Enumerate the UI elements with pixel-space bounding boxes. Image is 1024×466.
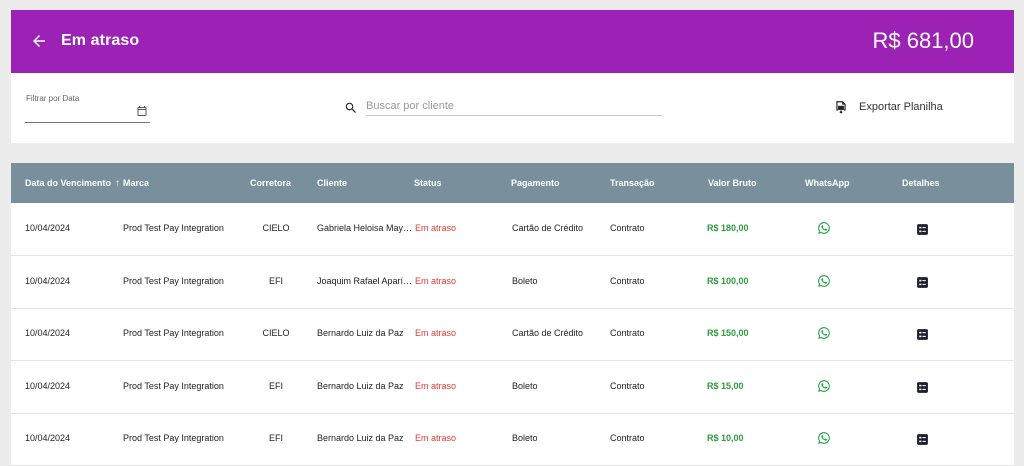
export-sheet-icon (836, 101, 846, 114)
arrow-back-icon[interactable] (30, 32, 48, 50)
payment-cell: Boleto (512, 380, 538, 391)
col-details: Detalhes (902, 178, 940, 188)
col-client: Cliente (317, 178, 348, 188)
table-row: 10/04/2024 Prod Test Pay Integration EFI Be… (11, 362, 1014, 414)
calendar-icon[interactable] (136, 105, 148, 117)
transaction-cell: Contrato (610, 328, 645, 338)
col-transaction: Transação (610, 178, 655, 188)
gross-value-cell: R$ 10,00 (707, 433, 744, 443)
details-icon[interactable] (916, 276, 929, 289)
status-cell: Em atraso (415, 328, 457, 338)
client-cell: Gabriela Heloisa Maya ... (317, 223, 413, 233)
status-cell: Em atraso (415, 223, 457, 233)
date-filter-label: Filtrar por Data (26, 94, 80, 103)
client-cell: Bernardo Luiz da Paz (317, 328, 404, 338)
brand-cell: Prod Test Pay Integration (123, 380, 224, 391)
search-icon (345, 102, 356, 113)
col-gross-value: Valor Bruto (708, 178, 757, 188)
whatsapp-icon[interactable] (817, 431, 831, 445)
col-brand: Marca (123, 178, 150, 188)
page-header: Em atraso R$ 681,00 (11, 10, 1014, 73)
table-row: 10/04/2024 Prod Test Pay Integration EFI Jo… (11, 257, 1014, 309)
broker-cell: CIELO (262, 328, 290, 338)
brand-cell: Prod Test Pay Integration (123, 223, 224, 233)
brand-cell: Prod Test Pay Integration (123, 433, 224, 443)
date-filter-field[interactable]: Filtrar por Data (25, 93, 150, 123)
broker-cell: EFI (268, 380, 283, 391)
col-due-date[interactable]: Data do Vencimento ↑ (25, 178, 120, 189)
gross-value-cell: R$ 100,00 (707, 275, 749, 286)
details-icon[interactable] (916, 381, 929, 394)
table-row: 10/04/2024 Prod Test Pay Integration EFI Be… (11, 414, 1014, 466)
whatsapp-icon[interactable] (817, 274, 831, 288)
gross-value-cell: R$ 150,00 (707, 328, 749, 338)
col-status: Status (414, 178, 442, 188)
table-header: Data do Vencimento ↑ Marca Corretora Clie… (11, 163, 1014, 203)
broker-cell: CIELO (262, 223, 290, 233)
col-payment: Pagamento (511, 178, 560, 188)
details-icon[interactable] (916, 433, 929, 446)
client-cell: Bernardo Luiz da Paz (317, 380, 404, 391)
payments-table: Data do Vencimento ↑ Marca Corretora Clie… (11, 163, 1014, 466)
due-date-cell: 10/04/2024 (25, 433, 71, 443)
transaction-cell: Contrato (610, 433, 645, 443)
payment-cell: Boleto (512, 275, 538, 286)
details-icon[interactable] (916, 223, 929, 236)
due-date-cell: 10/04/2024 (25, 380, 71, 391)
details-icon[interactable] (916, 328, 929, 341)
whatsapp-icon[interactable] (817, 379, 831, 393)
table-row: 10/04/2024 Prod Test Pay Integration CIELO… (11, 309, 1014, 361)
top-frame (0, 0, 1024, 10)
col-whatsapp: WhatsApp (805, 178, 850, 188)
whatsapp-icon[interactable] (817, 326, 831, 340)
filters-bar: Filtrar por Data Exportar Planilha (11, 73, 1014, 143)
due-date-cell: 10/04/2024 (25, 328, 71, 338)
due-date-cell: 10/04/2024 (25, 223, 71, 233)
transaction-cell: Contrato (610, 275, 645, 286)
whatsapp-icon[interactable] (817, 221, 831, 235)
payment-cell: Cartão de Crédito (512, 328, 584, 338)
status-cell: Em atraso (415, 433, 457, 443)
brand-cell: Prod Test Pay Integration (123, 328, 224, 338)
gross-value-cell: R$ 15,00 (707, 380, 744, 391)
transaction-cell: Contrato (610, 380, 645, 391)
broker-cell: EFI (268, 275, 283, 286)
page-title: Em atraso (61, 32, 140, 49)
payment-cell: Boleto (512, 433, 538, 443)
search-input[interactable] (366, 96, 662, 116)
total-amount: R$ 681,00 (872, 28, 974, 53)
table-row: 10/04/2024 Prod Test Pay Integration CIELO… (11, 204, 1014, 256)
payment-cell: Cartão de Crédito (512, 223, 584, 233)
col-broker: Corretora (250, 178, 292, 188)
gross-value-cell: R$ 180,00 (707, 223, 749, 233)
transaction-cell: Contrato (610, 223, 645, 233)
brand-cell: Prod Test Pay Integration (123, 275, 224, 286)
due-date-cell: 10/04/2024 (25, 275, 71, 286)
client-cell: Bernardo Luiz da Paz (317, 433, 404, 443)
export-button[interactable]: Exportar Planilha (834, 99, 943, 115)
export-label: Exportar Planilha (859, 101, 943, 113)
broker-cell: EFI (268, 433, 283, 443)
status-cell: Em atraso (415, 380, 457, 391)
client-cell: Joaquim Rafael Aparício (317, 275, 413, 286)
status-cell: Em atraso (415, 275, 457, 286)
sort-arrow-icon[interactable]: ↑ (115, 178, 120, 189)
